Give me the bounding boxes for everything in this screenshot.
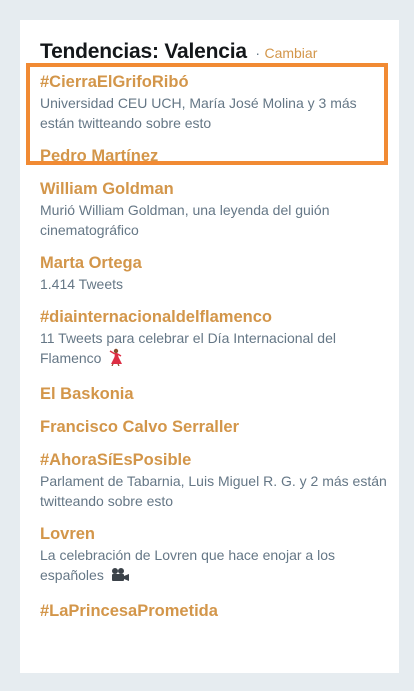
trend-description: La celebración de Lovren que hace enojar… xyxy=(40,547,335,583)
trend-name[interactable]: Francisco Calvo Serraller xyxy=(40,417,391,437)
trend-item[interactable]: Pedro Martínez xyxy=(40,146,391,166)
change-location-link[interactable]: Cambiar xyxy=(264,45,317,61)
dancer-emoji-icon xyxy=(107,348,123,371)
trend-description: Parlament de Tabarnia, Luis Miguel R. G.… xyxy=(40,473,387,509)
trends-title: Tendencias: Valencia xyxy=(40,40,247,63)
trend-description-wrap: La celebración de Lovren que hace enojar… xyxy=(40,545,391,588)
trend-description: Universidad CEU UCH, María José Molina y… xyxy=(40,95,357,131)
trend-name[interactable]: #diainternacionaldelflamenco xyxy=(40,307,391,327)
trend-item[interactable]: Marta Ortega 1.414 Tweets xyxy=(40,253,391,294)
trends-panel: Tendencias: Valencia · Cambiar #CierraEl… xyxy=(20,20,399,673)
trend-name[interactable]: Marta Ortega xyxy=(40,253,391,273)
trend-description: Murió William Goldman, una leyenda del g… xyxy=(40,202,330,238)
trends-list: #CierraElGrifoRibó Universidad CEU UCH, … xyxy=(40,72,391,634)
trend-item[interactable]: El Baskonia xyxy=(40,384,391,404)
trend-description: 11 Tweets para celebrar el Día Internaci… xyxy=(40,330,336,366)
header-separator: · xyxy=(255,45,260,61)
trends-header: Tendencias: Valencia · Cambiar xyxy=(40,40,317,64)
trend-name[interactable]: #LaPrincesaPrometida xyxy=(40,601,391,621)
trend-name[interactable]: William Goldman xyxy=(40,179,391,199)
trend-name[interactable]: #AhoraSíEsPosible xyxy=(40,450,391,470)
trend-item[interactable]: Lovren La celebración de Lovren que hace… xyxy=(40,524,391,588)
trend-name[interactable]: Lovren xyxy=(40,524,391,544)
trend-item[interactable]: #diainternacionaldelflamenco 11 Tweets p… xyxy=(40,307,391,371)
trend-name[interactable]: El Baskonia xyxy=(40,384,391,404)
trend-item[interactable]: William Goldman Murió William Goldman, u… xyxy=(40,179,391,240)
movie-camera-emoji-icon xyxy=(110,567,130,588)
trend-item[interactable]: #AhoraSíEsPosible Parlament de Tabarnia,… xyxy=(40,450,391,511)
trend-item[interactable]: #LaPrincesaPrometida xyxy=(40,601,391,621)
trend-item[interactable]: Francisco Calvo Serraller xyxy=(40,417,391,437)
trend-description: 1.414 Tweets xyxy=(40,276,124,292)
trend-item[interactable]: #CierraElGrifoRibó Universidad CEU UCH, … xyxy=(40,72,391,133)
trend-name[interactable]: Pedro Martínez xyxy=(40,146,391,166)
trend-description-wrap: 11 Tweets para celebrar el Día Internaci… xyxy=(40,328,391,371)
trend-name[interactable]: #CierraElGrifoRibó xyxy=(40,72,391,92)
